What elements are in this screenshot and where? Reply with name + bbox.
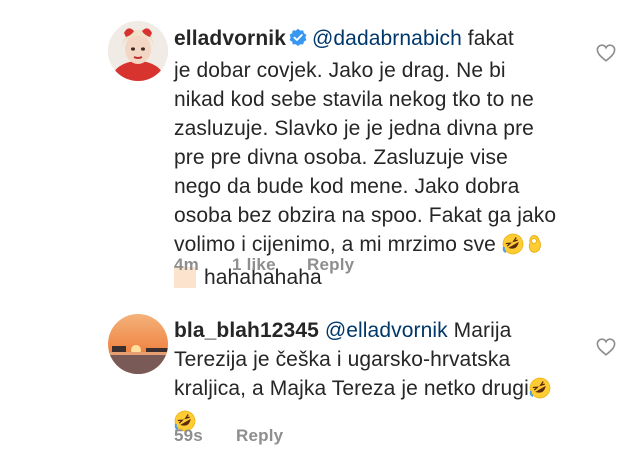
comment-line: nego da bude kod mene. Jako dobra <box>174 175 520 198</box>
comment-line: Terezija je češka i ugarsko-hrvatska <box>174 348 511 371</box>
comment-line: osoba bez obzira na spoo. Fakat ga jako <box>174 204 557 227</box>
comment-body: bla_blah12345 @elladvornik Marija Terezi… <box>174 316 551 440</box>
comment-meta: 59s Reply <box>174 426 474 448</box>
like-heart-icon[interactable] <box>596 338 616 361</box>
avatar[interactable] <box>108 21 168 81</box>
rofl-emoji-icon <box>529 377 551 407</box>
comment-line: je dobar covjek. Jako je drag. Ne bi <box>174 59 506 82</box>
comment-line: Marija <box>447 319 512 342</box>
likes-count[interactable]: 1 like <box>232 255 276 275</box>
sunset-avatar-icon <box>108 314 168 374</box>
rofl-emoji-icon <box>502 233 524 263</box>
reply-button[interactable]: Reply <box>236 426 283 446</box>
avatar[interactable] <box>108 314 168 374</box>
comment-line: fakat <box>461 27 514 50</box>
comment-meta: 4m 1 like Reply <box>174 255 474 277</box>
comment-line: nikad kod sebe stavila nekog tko to ne <box>174 88 534 111</box>
comment-text: bla_blah12345 @elladvornik Marija Terezi… <box>174 316 551 440</box>
mention-link[interactable]: @dadabrnabich <box>312 27 462 50</box>
comment-line: volimo i cijenimo, a mi mrzimo sve <box>174 233 496 256</box>
comment-line: kraljica, a Majka Tereza je netko drugi <box>174 377 529 400</box>
comment-username[interactable]: bla_blah12345 <box>174 319 319 342</box>
mention-link[interactable]: @elladvornik <box>325 319 448 342</box>
like-heart-icon[interactable] <box>596 44 616 67</box>
reply-button[interactable]: Reply <box>307 255 354 275</box>
user-avatar-red-icon <box>108 21 168 81</box>
comment-username[interactable]: elladvornik <box>174 27 286 50</box>
timestamp: 4m <box>174 255 199 274</box>
ok-hand-emoji-icon <box>524 233 546 263</box>
verified-badge-icon <box>288 27 308 56</box>
comment-line: pre pre divna osoba. Zasluzuje vise <box>174 146 508 169</box>
timestamp: 59s <box>174 426 203 445</box>
comment-line: zasluzuje. Slavko je je jedna divna pre <box>174 117 534 140</box>
